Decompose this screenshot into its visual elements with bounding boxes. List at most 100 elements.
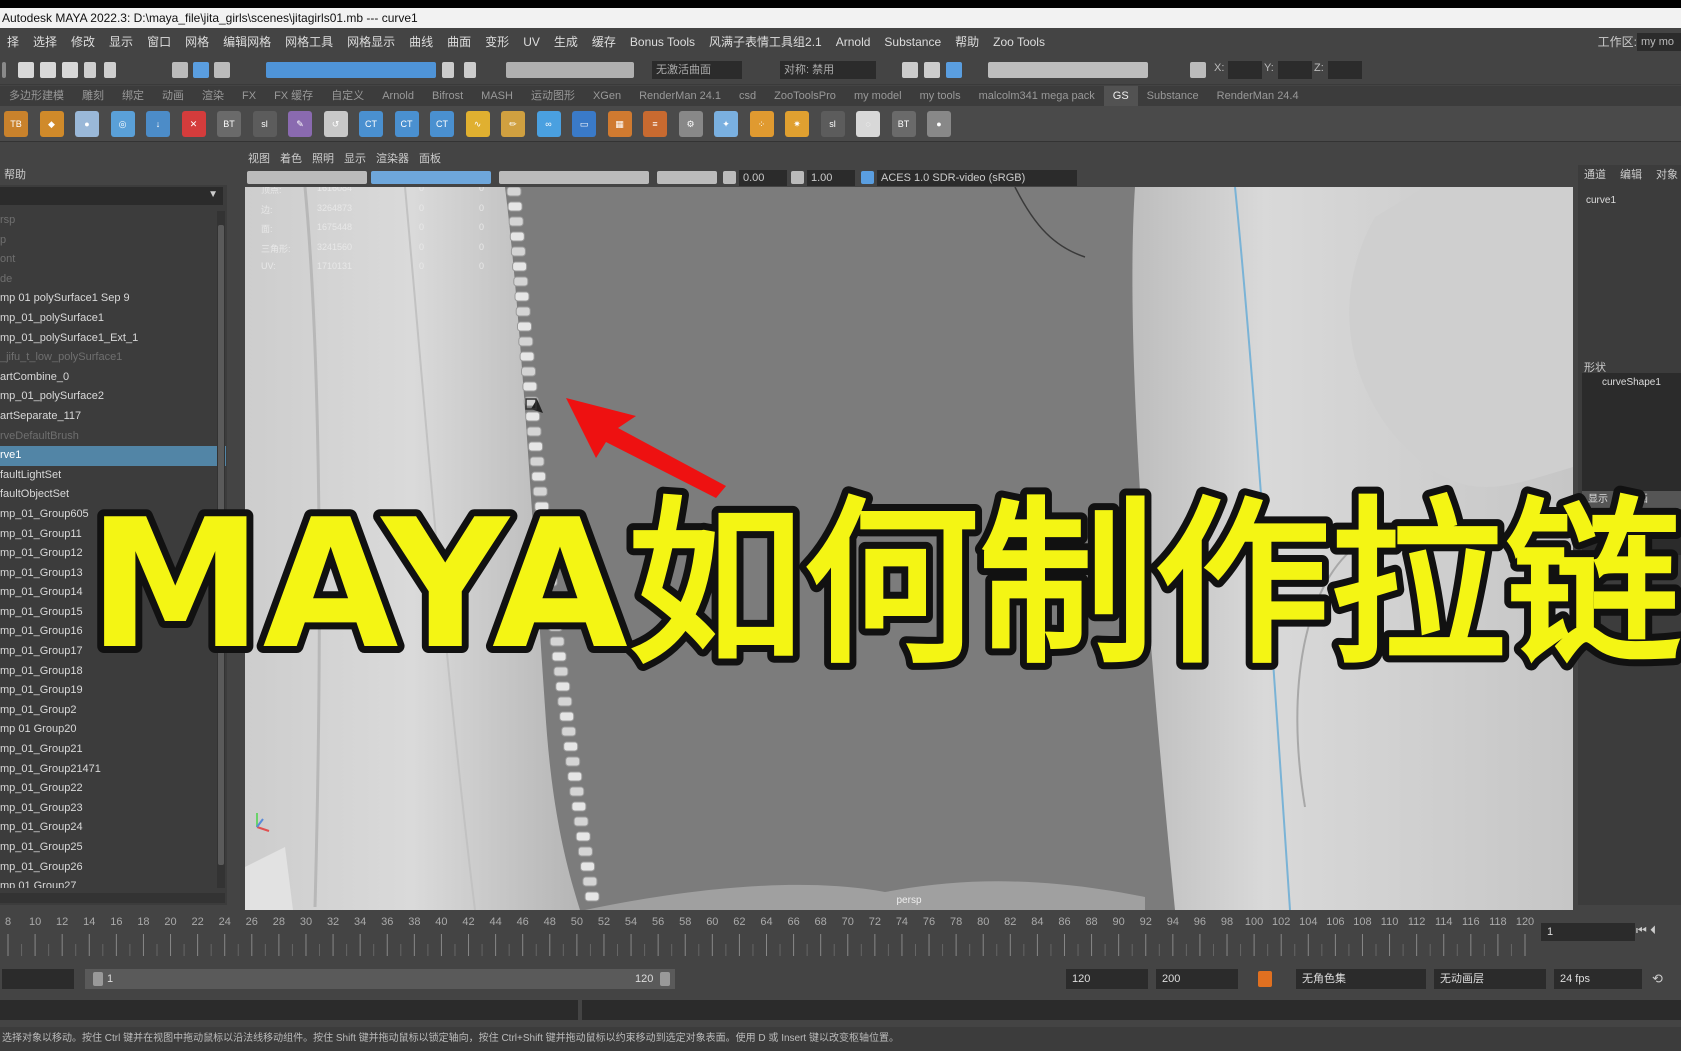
select-object-icon[interactable] — [193, 62, 209, 78]
shelf-tab-9[interactable]: Bifrost — [423, 86, 472, 106]
layer-tab-0[interactable]: 显示 — [1588, 494, 1608, 505]
outliner-item[interactable]: mp_01_Group22 — [0, 779, 227, 799]
shelf-tab-3[interactable]: 动画 — [153, 86, 193, 106]
menu-item-18[interactable]: Substance — [877, 30, 948, 54]
render-frame-icon[interactable] — [946, 62, 962, 78]
viewport-menu-0[interactable]: 视图 — [243, 150, 275, 168]
shelf-tab-14[interactable]: csd — [730, 86, 765, 106]
viewport-menu-5[interactable]: 面板 — [414, 150, 446, 168]
gamma-field[interactable]: 1.00 — [807, 170, 855, 186]
render-view-icon[interactable] — [924, 62, 940, 78]
star-icon[interactable]: ✷ — [785, 111, 809, 137]
outliner-item[interactable]: mp_01_Group18 — [0, 662, 227, 682]
menu-item-19[interactable]: 帮助 — [948, 30, 986, 54]
loop-icon[interactable]: ⟲ — [1652, 971, 1670, 987]
go-to-start-icon[interactable]: ⏮ — [1636, 923, 1647, 937]
range-slider-bar[interactable]: 1 120 — [85, 969, 675, 989]
outliner-item[interactable]: mp_01_Group17 — [0, 642, 227, 662]
time-slider[interactable]: 8 10 12 14 16 18 20 22 24 26 28 30 32 34 36 38 40 42 44 46 4… — [0, 916, 1544, 962]
menu-item-16[interactable]: 风满子表情工具组2.1 — [702, 30, 829, 54]
menu-item-3[interactable]: 显示 — [102, 30, 140, 54]
current-frame-field[interactable]: 1 — [1541, 923, 1635, 941]
save-scene-icon[interactable] — [62, 62, 78, 78]
menu-item-20[interactable]: Zoo Tools — [986, 30, 1052, 54]
grid-icon[interactable]: ▦ — [607, 111, 632, 137]
tb-del-icon[interactable]: TB — [4, 111, 28, 137]
lock-icon[interactable] — [442, 62, 454, 78]
outliner-item[interactable]: mp_01_Group605 — [0, 505, 227, 525]
outliner-item[interactable]: p — [0, 231, 227, 251]
history-icon[interactable]: ↺ — [323, 111, 348, 137]
outliner-scrollbar[interactable] — [217, 211, 225, 888]
shelf-tab-1[interactable]: 雕刻 — [73, 86, 113, 106]
z-field[interactable] — [1328, 61, 1362, 79]
outliner-hscrollbar[interactable] — [0, 893, 225, 903]
outliner-item[interactable]: mp 01 polySurface1 Sep 9 — [0, 289, 227, 309]
shelf-tab-15[interactable]: ZooToolsPro — [765, 86, 845, 106]
outliner-item[interactable]: mp_01_Group25 — [0, 838, 227, 858]
outliner-item-selected[interactable]: rve1 — [0, 446, 226, 466]
menu-item-10[interactable]: 曲面 — [440, 30, 478, 54]
ct-ui-icon[interactable]: CT — [359, 111, 383, 137]
step-back-icon[interactable]: ⏴ — [1650, 923, 1656, 937]
shelf-tab-6[interactable]: FX 缓存 — [265, 86, 322, 106]
channel-box-tab-0[interactable]: 通道 — [1584, 169, 1606, 181]
outliner-menu-help[interactable]: 帮助 — [0, 165, 227, 185]
outliner-item[interactable]: mp_01_polySurface1 — [0, 309, 227, 329]
symmetry-field[interactable]: 对称: 禁用 — [780, 61, 876, 79]
color-management-icon[interactable] — [861, 171, 874, 184]
shape-node[interactable]: curveShape1 — [1582, 373, 1681, 555]
outliner-item[interactable]: mp_01_polySurface2 — [0, 387, 227, 407]
workspace-select[interactable]: my mo — [1637, 33, 1681, 51]
menu-item-5[interactable]: 网格 — [178, 30, 216, 54]
bulb-icon[interactable]: ◌ — [856, 111, 880, 137]
shelf-tab-21[interactable]: RenderMan 24.4 — [1208, 86, 1308, 106]
outliner-item[interactable]: de — [0, 270, 227, 290]
outliner-item[interactable]: mp 01 Group20 — [0, 720, 227, 740]
menu-item-1[interactable]: 选择 — [26, 30, 64, 54]
outliner-item[interactable]: mp_01_Group23 — [0, 799, 227, 819]
outliner-item[interactable]: rsp — [0, 211, 227, 231]
ct-icon[interactable]: CT — [394, 111, 419, 137]
live-surface-field[interactable]: 无激活曲面 — [652, 61, 742, 79]
outliner-item[interactable]: mp 01 Group27 — [0, 877, 227, 888]
new-scene-icon[interactable] — [18, 62, 34, 78]
range-start-handle[interactable] — [93, 972, 103, 986]
menu-item-8[interactable]: 网格显示 — [340, 30, 402, 54]
shelf-tab-12[interactable]: XGen — [584, 86, 630, 106]
fps-select[interactable]: 24 fps — [1554, 969, 1642, 989]
ct-del-icon[interactable]: CT — [430, 111, 454, 137]
transform-input-icon[interactable] — [1190, 62, 1206, 78]
outliner-item[interactable]: mp_01_Group15 — [0, 603, 227, 623]
channel-box-tab-2[interactable]: 对象 — [1656, 169, 1678, 181]
outliner-item[interactable]: faultObjectSet — [0, 485, 227, 505]
slda-icon[interactable]: sl — [252, 111, 277, 137]
display-mode-icons[interactable] — [371, 171, 491, 184]
shelf-tab-19[interactable]: GS — [1103, 86, 1138, 106]
menu-item-12[interactable]: UV — [516, 30, 547, 54]
shelf-tab-4[interactable]: 渲染 — [193, 86, 233, 106]
shelf-tab-2[interactable]: 绑定 — [113, 86, 153, 106]
camera-tools-icons[interactable] — [247, 171, 367, 184]
shading-icons[interactable] — [499, 171, 649, 184]
menu-item-14[interactable]: 缓存 — [585, 30, 623, 54]
shelf-tab-0[interactable]: 多边形建模 — [0, 86, 73, 106]
outliner-item[interactable]: rveDefaultBrush — [0, 427, 227, 447]
undo-icon[interactable] — [84, 62, 96, 78]
menu-item-2[interactable]: 修改 — [64, 30, 102, 54]
total-time-field[interactable]: 200 — [1156, 969, 1238, 989]
exposure-field[interactable]: 0.00 — [739, 170, 787, 186]
layer-tab-1[interactable]: 动画 — [1628, 494, 1648, 505]
outliner-item[interactable]: mp_01_Group26 — [0, 858, 227, 878]
shelf-tab-17[interactable]: my tools — [911, 86, 970, 106]
outliner-item[interactable]: mp_01_Group19 — [0, 681, 227, 701]
outliner-item[interactable]: mp_01_Group14 — [0, 583, 227, 603]
menu-item-11[interactable]: 变形 — [478, 30, 516, 54]
construction-history-icon[interactable] — [902, 62, 918, 78]
pencil-icon[interactable]: ✏ — [501, 111, 525, 137]
arrows-down-icon[interactable]: ↓ — [146, 111, 170, 137]
ray-icon[interactable]: ✕ — [181, 111, 206, 137]
outliner-item[interactable]: mp_01_Group2 — [0, 701, 227, 721]
lasso-icon[interactable]: ∞ — [536, 111, 561, 137]
scrollbar-thumb[interactable] — [218, 225, 224, 865]
